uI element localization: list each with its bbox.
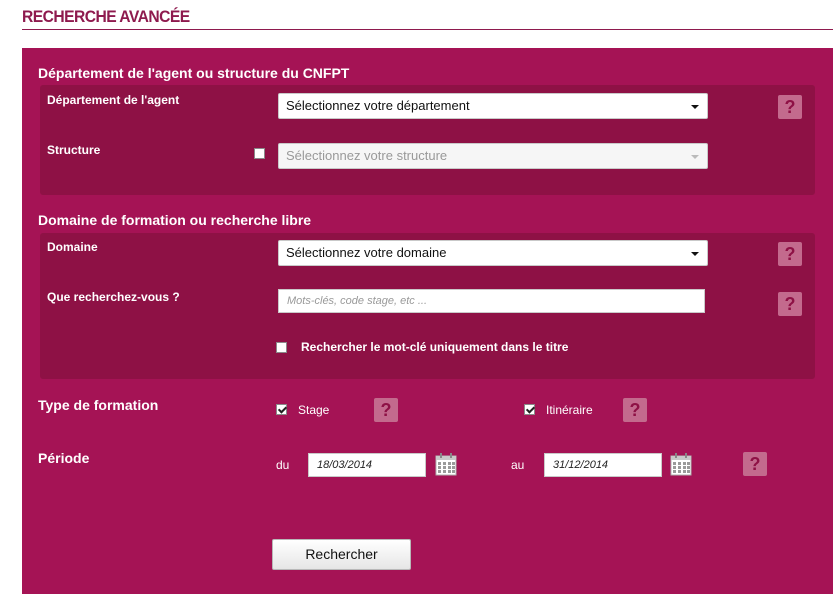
calendar-icon[interactable]: [435, 452, 457, 476]
departement-select[interactable]: Sélectionnez votre département: [278, 93, 708, 119]
help-icon[interactable]: ?: [743, 452, 767, 476]
domaine-select[interactable]: Sélectionnez votre domaine: [278, 240, 708, 266]
query-label: Que recherchez-vous ?: [47, 290, 180, 304]
domaine-select-value: Sélectionnez votre domaine: [286, 245, 447, 260]
search-button[interactable]: Rechercher: [272, 539, 411, 570]
title-divider: [22, 29, 833, 30]
query-input[interactable]: Mots-clés, code stage, etc ...: [278, 289, 705, 313]
help-icon[interactable]: ?: [623, 398, 647, 422]
date-du-input[interactable]: 18/03/2014: [308, 453, 426, 477]
au-label: au: [511, 458, 525, 472]
stage-checkbox[interactable]: [276, 404, 287, 415]
help-icon[interactable]: ?: [778, 292, 802, 316]
title-only-checkbox[interactable]: [276, 342, 287, 353]
departement-label: Département de l'agent: [47, 93, 180, 107]
itineraire-checkbox[interactable]: [524, 404, 535, 415]
structure-select[interactable]: Sélectionnez votre structure: [278, 143, 708, 169]
structure-checkbox[interactable]: [254, 148, 265, 159]
itineraire-label: Itinéraire: [546, 403, 593, 417]
domaine-label: Domaine: [47, 240, 98, 254]
calendar-icon[interactable]: [670, 452, 692, 476]
section-domaine-title: Domaine de formation ou recherche libre: [38, 212, 312, 228]
periode-label: Période: [38, 450, 90, 466]
structure-label: Structure: [47, 143, 101, 157]
du-label: du: [276, 458, 290, 472]
help-icon[interactable]: ?: [778, 242, 802, 266]
departement-select-value: Sélectionnez votre département: [286, 98, 470, 113]
dropdown-arrow-icon: [691, 155, 699, 159]
dropdown-arrow-icon: [691, 252, 699, 256]
structure-select-value: Sélectionnez votre structure: [286, 148, 448, 163]
stage-label: Stage: [298, 403, 330, 417]
help-icon[interactable]: ?: [374, 398, 398, 422]
title-only-label: Rechercher le mot-clé uniquement dans le…: [301, 340, 569, 354]
dropdown-arrow-icon: [691, 105, 699, 109]
type-formation-label: Type de formation: [38, 397, 159, 413]
page-title: RECHERCHE AVANCÉE: [22, 7, 190, 26]
section-departement-title: Département de l'agent ou structure du C…: [38, 65, 350, 81]
date-au-input[interactable]: 31/12/2014: [544, 453, 662, 477]
help-icon[interactable]: ?: [778, 95, 802, 119]
